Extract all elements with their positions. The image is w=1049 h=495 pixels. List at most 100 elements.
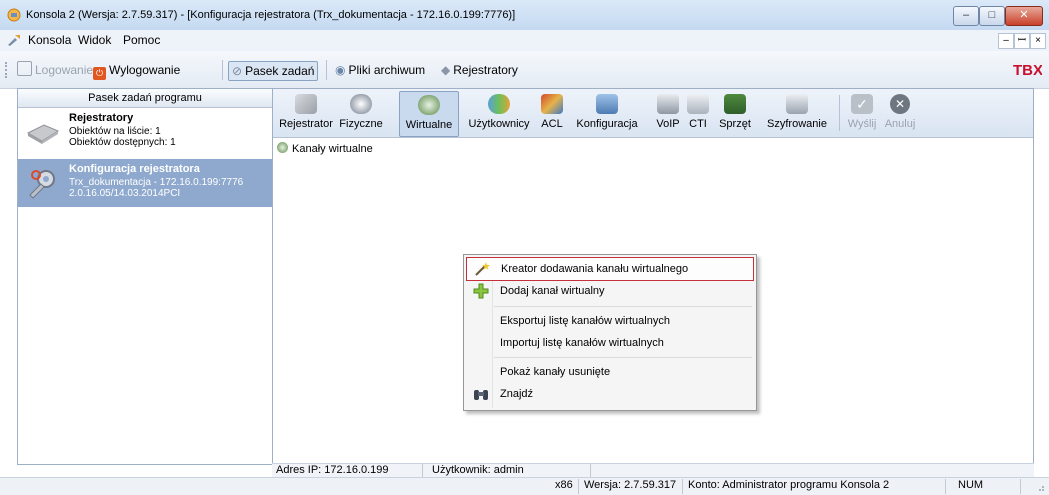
tree-node-label: Kanały wirtualne	[292, 143, 373, 155]
config-toolbar: Rejestrator Fizyczne Wirtualne Użytkowni…	[273, 89, 1033, 138]
menu-item-find[interactable]: Znajdź	[466, 383, 754, 405]
tab-acl[interactable]: ACL	[537, 91, 567, 135]
maximize-button[interactable]: □	[979, 6, 1005, 26]
mdi-minimize-button[interactable]: –	[998, 33, 1014, 49]
tab-label: Sprzęt	[719, 118, 751, 130]
menu-item-virtual-channel-wizard[interactable]: Kreator dodawania kanału wirtualnego	[466, 257, 754, 281]
window-title: Konsola 2 (Wersja: 2.7.59.317) - [Konfig…	[26, 9, 516, 21]
status-separator	[945, 479, 946, 494]
task-item-recorders[interactable]: Rejestratory Obiektów na liście: 1 Obiek…	[18, 109, 272, 155]
tab-physical[interactable]: Fizyczne	[337, 91, 385, 135]
login-button[interactable]: Logowanie	[14, 61, 96, 79]
voip-phone-icon	[657, 94, 679, 114]
archive-files-button[interactable]: ◉ Pliki archiwum	[332, 61, 428, 79]
status-architecture: x86	[555, 479, 573, 491]
config-status-bar: Adres IP: 172.16.0.199 Użytkownik: admin	[272, 463, 1034, 478]
tab-hardware[interactable]: Sprzęt	[713, 91, 757, 135]
login-icon	[17, 61, 32, 76]
task-item-line: 2.0.16.05/14.03.2014PCI	[69, 188, 181, 199]
tab-label: Fizyczne	[339, 118, 383, 130]
task-item-title: Rejestratory	[69, 112, 134, 124]
magic-wand-icon	[474, 261, 490, 277]
app-status-bar: x86 Wersja: 2.7.59.317 Konto: Administra…	[0, 477, 1049, 495]
svg-text:TBX: TBX	[1013, 62, 1042, 78]
menu-separator	[494, 357, 752, 358]
tab-users[interactable]: Użytkownicy	[461, 91, 537, 135]
menu-konsola[interactable]: Konsola	[28, 33, 71, 47]
tbx-logo: TBX	[1012, 60, 1043, 79]
cancel-button[interactable]: ✕ Anuluj	[881, 91, 919, 135]
add-plus-icon	[473, 283, 489, 299]
tab-encryption[interactable]: Szyfrowanie	[761, 91, 833, 135]
menu-app-icon	[6, 33, 22, 47]
menu-item-label: Pokaż kanały usunięte	[500, 366, 611, 378]
menu-item-label: Znajdź	[500, 388, 534, 400]
tab-virtual[interactable]: Wirtualne	[399, 91, 459, 137]
status-account: Konto: Administrator programu Konsola 2	[688, 479, 890, 491]
tab-label: Konfiguracja	[576, 118, 638, 130]
logout-button[interactable]: ⏻ Wylogowanie	[90, 61, 183, 80]
status-separator	[682, 479, 683, 494]
tab-label: Wyślij	[847, 118, 877, 130]
menu-item-export-list[interactable]: Eksportuj listę kanałów wirtualnych	[466, 310, 754, 332]
task-item-title: Konfiguracja rejestratora	[69, 163, 200, 175]
cancel-x-icon: ✕	[890, 94, 910, 114]
status-separator	[578, 479, 579, 494]
toolbar-grip	[5, 62, 10, 78]
tab-recorder[interactable]: Rejestrator	[277, 91, 335, 135]
wrench-gear-icon	[26, 165, 60, 199]
power-icon: ⏻	[93, 67, 106, 80]
tab-cti[interactable]: CTI	[685, 91, 711, 135]
tab-label: CTI	[689, 118, 707, 130]
menu-item-add-virtual-channel[interactable]: Dodaj kanał wirtualny	[466, 280, 754, 302]
disc-icon: ◉	[335, 63, 346, 77]
menu-widok[interactable]: Widok	[78, 33, 111, 47]
tab-label: Anuluj	[884, 118, 916, 130]
phone-handset-icon	[350, 94, 372, 114]
menu-separator	[494, 306, 752, 307]
status-num-lock: NUM	[958, 479, 984, 491]
recorder-icon	[295, 94, 317, 114]
recorder-icon: ◆	[441, 63, 451, 77]
tab-label: Wirtualne	[405, 119, 453, 131]
menu-pomoc[interactable]: Pomoc	[123, 33, 160, 47]
title-bar: Konsola 2 (Wersja: 2.7.59.317) - [Konfig…	[0, 0, 1049, 31]
task-pane: Pasek zadań programu Rejestratory Obiekt…	[17, 88, 273, 465]
status-ip-address: Adres IP: 172.16.0.199	[276, 464, 389, 476]
context-menu: Kreator dodawania kanału wirtualnego Dod…	[463, 254, 757, 411]
mdi-close-button[interactable]: ×	[1030, 33, 1046, 49]
tab-label: ACL	[541, 118, 563, 130]
tab-configuration[interactable]: Konfiguracja	[571, 91, 643, 135]
task-item-recorder-config[interactable]: Konfiguracja rejestratora Trx_dokumentac…	[18, 159, 272, 207]
resize-grip-icon[interactable]	[1035, 482, 1045, 492]
menu-item-import-list[interactable]: Importuj listę kanałów wirtualnych	[466, 332, 754, 354]
tab-label: Szyfrowanie	[767, 118, 827, 130]
tab-voip[interactable]: VoIP	[653, 91, 683, 135]
config-toolbar-separator	[839, 95, 840, 131]
toolbar-separator	[326, 60, 327, 80]
status-version: Wersja: 2.7.59.317	[584, 479, 677, 491]
binoculars-icon	[473, 386, 489, 402]
paperclip-icon: ⊘	[232, 64, 243, 78]
taskbar-label: Pasek zadań	[245, 64, 315, 78]
minimize-button[interactable]: –	[953, 6, 979, 26]
cti-icon	[687, 94, 709, 114]
send-button[interactable]: ✓ Wyślij	[845, 91, 879, 135]
key-icon	[786, 94, 808, 114]
mdi-restore-button[interactable]: ꟷ	[1014, 33, 1030, 49]
taskbar-toggle-button[interactable]: ⊘ Pasek zadań	[228, 61, 319, 81]
tree-node-virtual-channels[interactable]: Kanały wirtualne	[277, 142, 373, 155]
task-item-line: Obiektów dostępnych: 1	[69, 137, 176, 148]
status-separator	[590, 464, 591, 478]
menu-item-label: Kreator dodawania kanału wirtualnego	[501, 263, 689, 275]
app-icon	[7, 8, 21, 22]
checkmark-icon: ✓	[851, 94, 873, 114]
tab-label: Użytkownicy	[468, 118, 530, 130]
recorders-label: Rejestratory	[453, 63, 518, 77]
menu-item-show-deleted[interactable]: Pokaż kanały usunięte	[466, 361, 754, 383]
close-button[interactable]: ✕	[1005, 6, 1043, 26]
task-item-line: Obiektów na liście: 1	[69, 126, 161, 137]
users-icon	[488, 94, 510, 114]
recorders-button[interactable]: ◆ Rejestratory	[438, 61, 521, 79]
menu-bar: Konsola Widok Pomoc – ꟷ ×	[0, 30, 1049, 52]
